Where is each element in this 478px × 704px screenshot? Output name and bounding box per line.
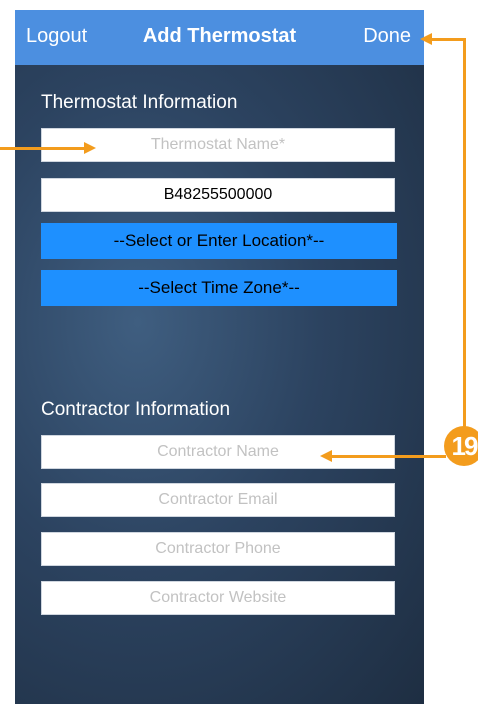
thermostat-section-title: Thermostat Information: [41, 92, 238, 113]
annotation-arrow-left-icon: [420, 33, 432, 45]
annotation-line-contractor-name: [330, 455, 446, 458]
navigation-bar: Logout Add Thermostat Done: [15, 10, 424, 65]
contractor-name-field[interactable]: [41, 435, 395, 469]
thermostat-serial-field[interactable]: [41, 178, 395, 212]
annotation-line-done-horizontal: [430, 38, 466, 41]
annotation-arrow-right-icon: [84, 142, 96, 154]
done-button[interactable]: Done: [363, 25, 411, 48]
contractor-email-field[interactable]: [41, 483, 395, 517]
select-location-button[interactable]: --Select or Enter Location*--: [41, 223, 397, 259]
contractor-section-title: Contractor Information: [41, 399, 231, 420]
annotation-line-thermostat-name: [0, 147, 86, 150]
contractor-website-field[interactable]: [41, 581, 395, 615]
select-time-zone-button[interactable]: --Select Time Zone*--: [41, 270, 397, 306]
annotation-line-vertical: [463, 38, 466, 430]
app-screen: Logout Add Thermostat Done Thermostat In…: [15, 10, 424, 704]
annotation-badge: 19: [444, 426, 478, 466]
annotation-arrow-left-icon: [320, 450, 332, 462]
contractor-phone-field[interactable]: [41, 532, 395, 566]
